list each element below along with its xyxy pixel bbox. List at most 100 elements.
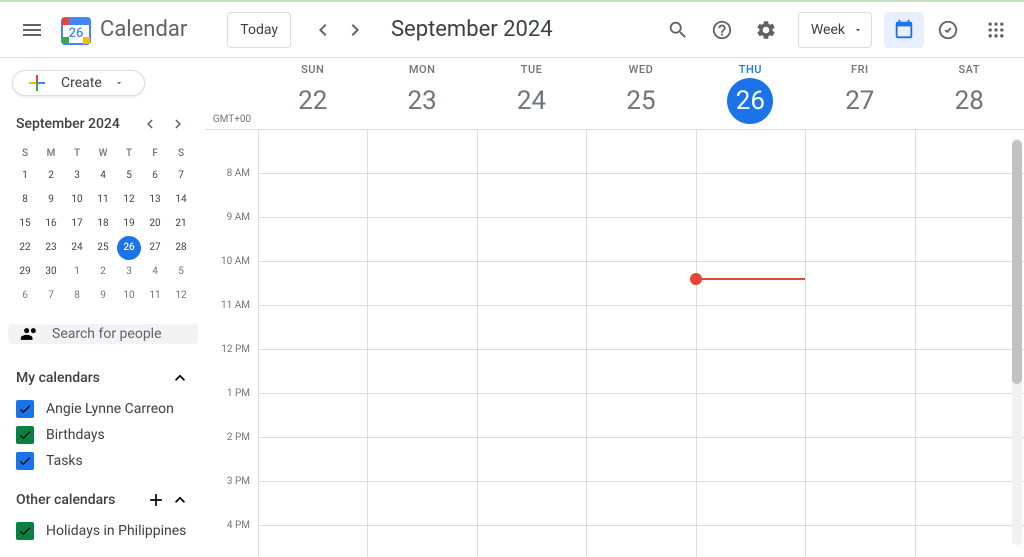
- create-button[interactable]: Create: [12, 70, 145, 96]
- calendar-label: Holidays in Philippines: [46, 523, 186, 539]
- mini-day[interactable]: 28: [169, 236, 193, 260]
- mini-day[interactable]: 27: [143, 236, 167, 260]
- mini-day[interactable]: 29: [13, 260, 37, 284]
- mini-day[interactable]: 11: [91, 188, 115, 212]
- other-calendars-toggle[interactable]: Other calendars: [8, 486, 198, 514]
- mini-day[interactable]: 4: [143, 260, 167, 284]
- mini-day[interactable]: 5: [117, 164, 141, 188]
- mini-day[interactable]: 10: [117, 284, 141, 308]
- calendar-item[interactable]: Angie Lynne Carreon: [8, 396, 198, 422]
- mini-next-month[interactable]: [166, 112, 190, 136]
- mini-day[interactable]: 3: [65, 164, 89, 188]
- calendar-checkbox[interactable]: [16, 522, 34, 540]
- day-column[interactable]: [477, 130, 586, 557]
- mini-dow: S: [168, 144, 194, 164]
- day-header[interactable]: MON23: [367, 58, 476, 129]
- mini-day[interactable]: 2: [39, 164, 63, 188]
- time-label: 2 PM: [206, 432, 258, 476]
- mini-prev-month[interactable]: [138, 112, 162, 136]
- calendar-label: Angie Lynne Carreon: [46, 401, 174, 417]
- scrollbar[interactable]: [1012, 138, 1022, 545]
- calendar-checkbox[interactable]: [16, 400, 34, 418]
- calendar-item[interactable]: Tasks: [8, 448, 198, 474]
- mini-day[interactable]: 3: [117, 260, 141, 284]
- mini-dow: F: [142, 144, 168, 164]
- day-column[interactable]: [696, 130, 805, 557]
- mini-day[interactable]: 26: [117, 236, 141, 260]
- mini-day[interactable]: 25: [91, 236, 115, 260]
- mini-day[interactable]: 9: [91, 284, 115, 308]
- calendar-label: Birthdays: [46, 427, 105, 443]
- add-calendar-icon[interactable]: [146, 490, 166, 510]
- day-header[interactable]: FRI27: [805, 58, 914, 129]
- mini-day[interactable]: 15: [13, 212, 37, 236]
- mini-day[interactable]: 9: [39, 188, 63, 212]
- search-button[interactable]: [658, 10, 698, 50]
- mini-day[interactable]: 22: [13, 236, 37, 260]
- scrollbar-thumb[interactable]: [1012, 140, 1022, 384]
- day-header[interactable]: SAT28: [915, 58, 1024, 129]
- app-name: Calendar: [100, 17, 187, 42]
- day-header[interactable]: TUE24: [477, 58, 586, 129]
- mini-day[interactable]: 8: [13, 188, 37, 212]
- day-column[interactable]: [258, 130, 367, 557]
- search-people-input[interactable]: Search for people: [8, 324, 198, 344]
- mini-day[interactable]: 14: [169, 188, 193, 212]
- mini-day[interactable]: 24: [65, 236, 89, 260]
- main-menu-button[interactable]: [8, 6, 56, 54]
- chevron-up-icon: [170, 368, 190, 388]
- mini-day[interactable]: 17: [65, 212, 89, 236]
- calendar-item[interactable]: Birthdays: [8, 422, 198, 448]
- mini-day[interactable]: 10: [65, 188, 89, 212]
- mini-day[interactable]: 1: [65, 260, 89, 284]
- mini-day[interactable]: 6: [13, 284, 37, 308]
- mini-day[interactable]: 21: [169, 212, 193, 236]
- mini-day[interactable]: 2: [91, 260, 115, 284]
- mini-day[interactable]: 13: [143, 188, 167, 212]
- day-column[interactable]: [586, 130, 695, 557]
- mini-day[interactable]: 18: [91, 212, 115, 236]
- mini-day[interactable]: 12: [169, 284, 193, 308]
- mini-day[interactable]: 16: [39, 212, 63, 236]
- view-selector[interactable]: Week: [798, 12, 872, 48]
- mini-day[interactable]: 8: [65, 284, 89, 308]
- day-column[interactable]: [915, 130, 1024, 557]
- day-header[interactable]: WED25: [586, 58, 695, 129]
- calendar-checkbox[interactable]: [16, 452, 34, 470]
- next-week-button[interactable]: [339, 14, 371, 46]
- mini-day[interactable]: 7: [39, 284, 63, 308]
- mini-day[interactable]: 5: [169, 260, 193, 284]
- mini-day[interactable]: 20: [143, 212, 167, 236]
- tasks-button[interactable]: [928, 10, 968, 50]
- mini-day[interactable]: 1: [13, 164, 37, 188]
- mini-day[interactable]: 6: [143, 164, 167, 188]
- day-column[interactable]: [805, 130, 914, 557]
- mini-dow: S: [12, 144, 38, 164]
- google-apps-button[interactable]: [976, 10, 1016, 50]
- time-label: [206, 130, 258, 168]
- time-label: 11 AM: [206, 300, 258, 344]
- mini-day[interactable]: 7: [169, 164, 193, 188]
- mini-day[interactable]: 11: [143, 284, 167, 308]
- prev-week-button[interactable]: [307, 14, 339, 46]
- mini-calendar[interactable]: SMTWTFS123456789101112131415161718192021…: [8, 144, 198, 308]
- mini-day[interactable]: 23: [39, 236, 63, 260]
- mini-day[interactable]: 12: [117, 188, 141, 212]
- mini-day[interactable]: 19: [117, 212, 141, 236]
- mini-day[interactable]: 30: [39, 260, 63, 284]
- calendar-view-button[interactable]: [884, 12, 924, 48]
- calendar-checkbox[interactable]: [16, 426, 34, 444]
- calendar-item[interactable]: Holidays in Philippines: [8, 518, 198, 544]
- day-column[interactable]: [367, 130, 476, 557]
- chevron-down-icon: [853, 25, 863, 35]
- mini-dow: T: [64, 144, 90, 164]
- day-header[interactable]: THU26: [696, 58, 805, 129]
- my-calendars-toggle[interactable]: My calendars: [8, 364, 198, 392]
- mini-day[interactable]: 4: [91, 164, 115, 188]
- support-button[interactable]: [702, 10, 742, 50]
- day-header[interactable]: SUN22: [258, 58, 367, 129]
- mini-dow: M: [38, 144, 64, 164]
- settings-button[interactable]: [746, 10, 786, 50]
- time-label: 9 AM: [206, 212, 258, 256]
- today-button[interactable]: Today: [227, 12, 291, 48]
